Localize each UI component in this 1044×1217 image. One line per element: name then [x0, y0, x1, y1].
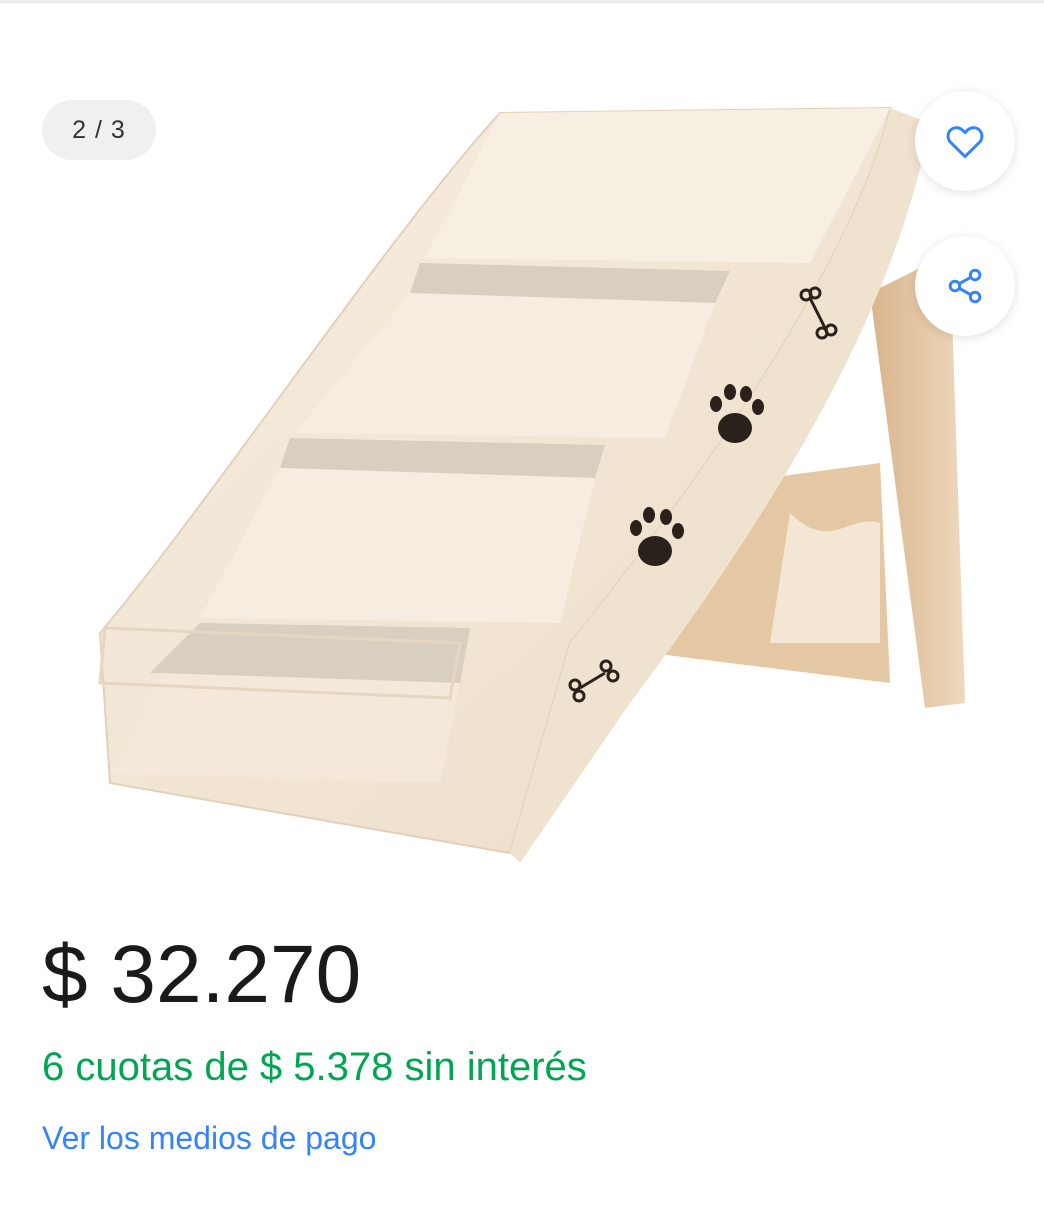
- heart-icon: [946, 126, 984, 159]
- image-counter: 2 / 3: [42, 100, 156, 160]
- installments-info: 6 cuotas de $ 5.378 sin interés: [42, 1045, 587, 1089]
- share-icon: [948, 268, 982, 304]
- product-image: [98, 106, 965, 863]
- product-price: $ 32.270: [42, 929, 362, 1020]
- payment-methods-link[interactable]: Ver los medios de pago: [42, 1115, 376, 1161]
- favorite-button[interactable]: [915, 91, 1015, 191]
- product-gallery[interactable]: 2 / 3: [0, 3, 1044, 900]
- share-button[interactable]: [915, 236, 1015, 336]
